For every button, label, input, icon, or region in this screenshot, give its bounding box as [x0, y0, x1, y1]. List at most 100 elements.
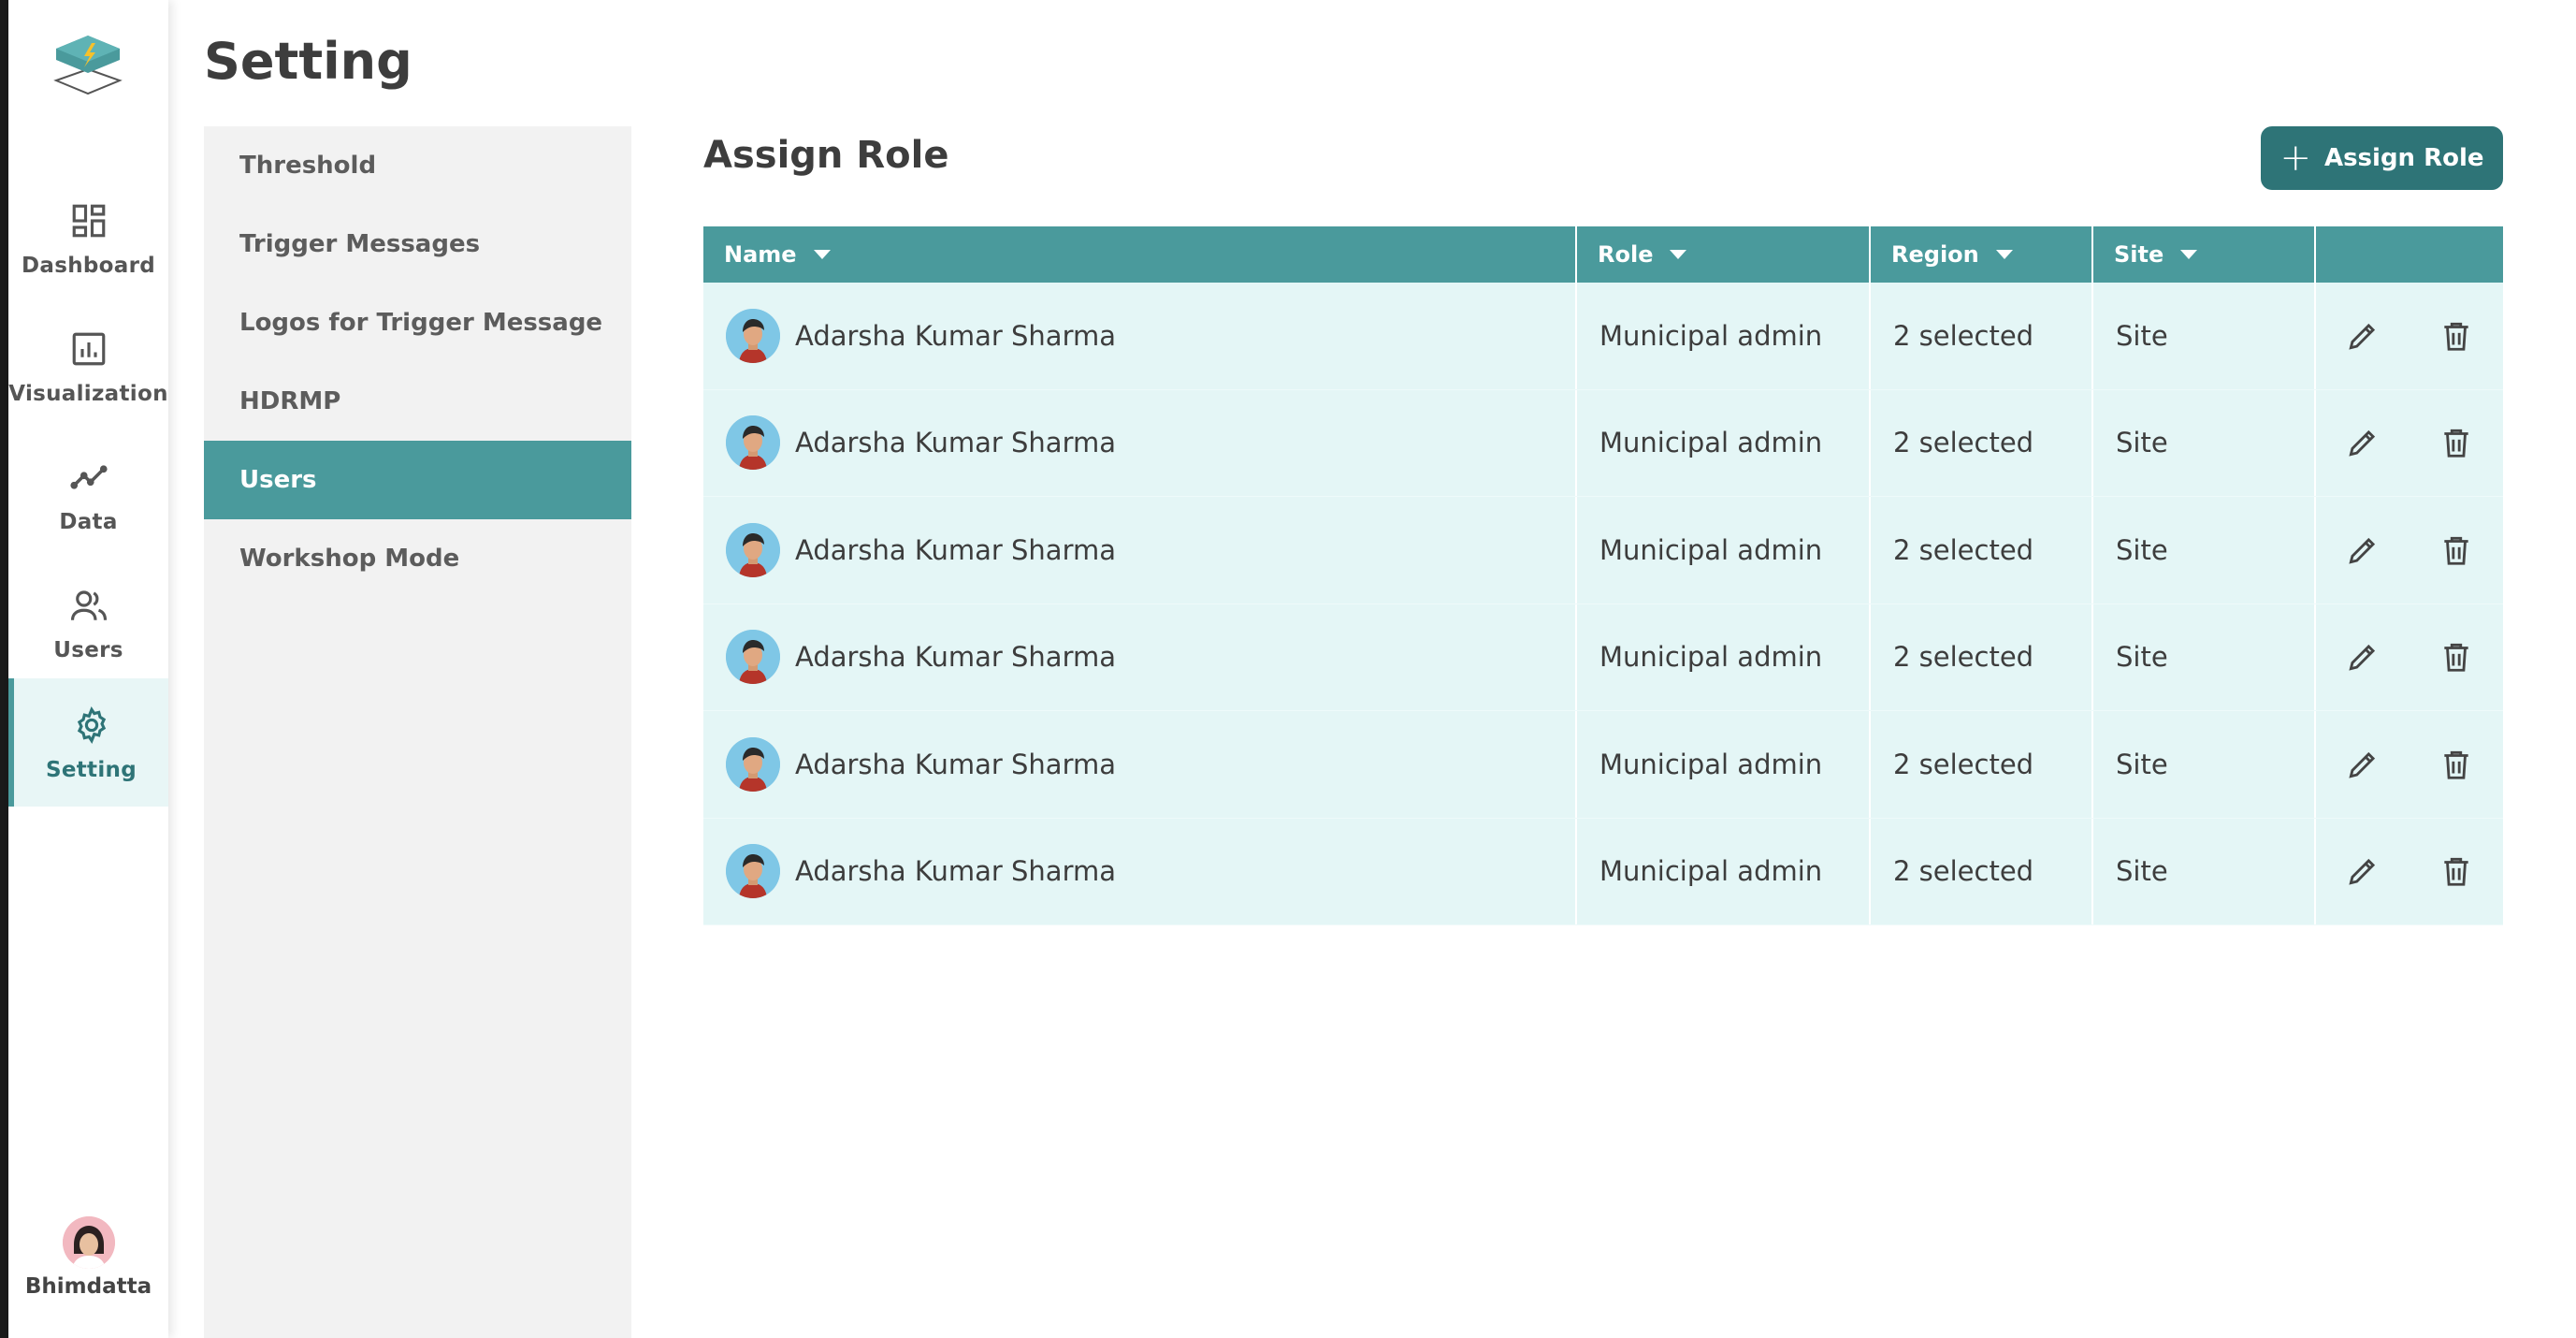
- delete-trash-icon[interactable]: [2436, 422, 2477, 463]
- submenu-item-workshop-mode[interactable]: Workshop Mode: [204, 519, 631, 598]
- user-avatar: [726, 522, 780, 577]
- submenu-item-logos-for-trigger-message[interactable]: Logos for Trigger Message: [204, 284, 631, 362]
- column-header-region[interactable]: Region: [1871, 226, 2093, 283]
- users-table: Name Role Region Site Adarsha Kumar Shar…: [703, 226, 2503, 925]
- sort-caret-icon: [1995, 250, 2013, 259]
- nav-label: Setting: [46, 757, 137, 782]
- table-row[interactable]: Adarsha Kumar Sharma Municipal admin 2 s…: [703, 283, 2503, 390]
- user-avatar: [726, 844, 780, 899]
- plus-icon: +: [2279, 137, 2311, 180]
- sort-caret-icon: [813, 250, 831, 259]
- user-name: Adarsha Kumar Sharma: [795, 427, 1117, 459]
- delete-trash-icon[interactable]: [2436, 636, 2477, 677]
- nav-label: Data: [59, 509, 118, 534]
- column-header-label: Region: [1891, 241, 1979, 268]
- edit-pencil-icon[interactable]: [2342, 422, 2383, 463]
- cell-name: Adarsha Kumar Sharma: [703, 283, 1577, 389]
- edit-pencil-icon[interactable]: [2342, 636, 2383, 677]
- submenu-item-hdrmp[interactable]: HDRMP: [204, 362, 631, 441]
- column-header-actions: [2316, 226, 2503, 283]
- user-avatar: [726, 736, 780, 792]
- user-name: Adarsha Kumar Sharma: [795, 319, 1117, 352]
- nav-label: Visualization: [8, 381, 168, 406]
- delete-trash-icon[interactable]: [2436, 744, 2477, 785]
- cell-actions: [2316, 390, 2503, 497]
- main-sidebar: Dashboard Visualization Data Users Setti…: [8, 0, 168, 1338]
- cell-role: Municipal admin: [1577, 604, 1871, 710]
- column-header-role[interactable]: Role: [1577, 226, 1871, 283]
- table-row[interactable]: Adarsha Kumar Sharma Municipal admin 2 s…: [703, 604, 2503, 711]
- edit-pencil-icon[interactable]: [2342, 851, 2383, 892]
- user-profile[interactable]: Bhimdatta: [8, 1216, 168, 1299]
- user-avatar: [726, 415, 780, 471]
- edit-pencil-icon[interactable]: [2342, 530, 2383, 571]
- submenu-item-users[interactable]: Users: [204, 441, 631, 519]
- cell-actions: [2316, 711, 2503, 818]
- cell-site: Site: [2093, 283, 2316, 389]
- table-row[interactable]: Adarsha Kumar Sharma Municipal admin 2 s…: [703, 711, 2503, 819]
- table-row[interactable]: Adarsha Kumar Sharma Municipal admin 2 s…: [703, 389, 2503, 497]
- column-header-site[interactable]: Site: [2093, 226, 2316, 283]
- user-avatar: [726, 308, 780, 363]
- delete-trash-icon[interactable]: [2436, 315, 2477, 356]
- cell-region: 2 selected: [1871, 604, 2093, 710]
- cell-region: 2 selected: [1871, 497, 2093, 604]
- column-header-label: Name: [724, 241, 797, 268]
- cell-actions: [2316, 497, 2503, 604]
- cell-role: Municipal admin: [1577, 711, 1871, 818]
- cell-site: Site: [2093, 389, 2316, 496]
- assign-role-button-label: Assign Role: [2323, 144, 2484, 172]
- cell-actions: [2316, 604, 2503, 711]
- cell-role: Municipal admin: [1577, 497, 1871, 604]
- sort-caret-icon: [2180, 250, 2198, 259]
- table-row[interactable]: Adarsha Kumar Sharma Municipal admin 2 s…: [703, 497, 2503, 604]
- cell-actions: [2316, 283, 2503, 389]
- submenu-item-trigger-messages[interactable]: Trigger Messages: [204, 205, 631, 284]
- column-header-label: Site: [2114, 241, 2164, 268]
- delete-trash-icon[interactable]: [2436, 851, 2477, 892]
- cell-actions: [2316, 819, 2503, 925]
- user-name: Adarsha Kumar Sharma: [795, 855, 1117, 888]
- cell-region: 2 selected: [1871, 283, 2093, 389]
- assign-role-button[interactable]: + Assign Role: [2261, 126, 2503, 190]
- nav-item-visualization[interactable]: Visualization: [8, 302, 168, 430]
- edit-pencil-icon[interactable]: [2342, 315, 2383, 356]
- nav-label: Users: [53, 637, 123, 662]
- cell-role: Municipal admin: [1577, 283, 1871, 389]
- nav-item-users[interactable]: Users: [8, 559, 168, 687]
- cell-name: Adarsha Kumar Sharma: [703, 497, 1577, 604]
- window-edge: [0, 0, 8, 1338]
- users-icon: [67, 584, 110, 627]
- nav-item-dashboard[interactable]: Dashboard: [8, 174, 168, 302]
- submenu-item-threshold[interactable]: Threshold: [204, 126, 631, 205]
- page-title: Setting: [204, 32, 412, 91]
- cell-region: 2 selected: [1871, 711, 2093, 818]
- trend-line-icon: [67, 456, 110, 499]
- column-header-name[interactable]: Name: [703, 226, 1577, 283]
- edit-pencil-icon[interactable]: [2342, 744, 2383, 785]
- user-avatar: [726, 630, 780, 685]
- nav-item-data[interactable]: Data: [8, 430, 168, 559]
- user-name: Adarsha Kumar Sharma: [795, 641, 1117, 674]
- cell-region: 2 selected: [1871, 818, 2093, 924]
- cell-name: Adarsha Kumar Sharma: [703, 604, 1577, 710]
- nav-label: Dashboard: [22, 253, 155, 278]
- app-logo-icon[interactable]: [51, 28, 125, 98]
- cell-region: 2 selected: [1871, 389, 2093, 496]
- cell-name: Adarsha Kumar Sharma: [703, 389, 1577, 496]
- user-name: Adarsha Kumar Sharma: [795, 533, 1117, 566]
- table-row[interactable]: Adarsha Kumar Sharma Municipal admin 2 s…: [703, 818, 2503, 925]
- settings-submenu: Threshold Trigger Messages Logos for Tri…: [204, 126, 631, 1338]
- delete-trash-icon[interactable]: [2436, 530, 2477, 571]
- nav-item-setting[interactable]: Setting: [8, 678, 168, 807]
- cell-role: Municipal admin: [1577, 389, 1871, 496]
- column-header-label: Role: [1598, 241, 1654, 268]
- cell-site: Site: [2093, 604, 2316, 710]
- avatar: [62, 1216, 115, 1269]
- cell-name: Adarsha Kumar Sharma: [703, 711, 1577, 818]
- cell-site: Site: [2093, 818, 2316, 924]
- section-title: Assign Role: [703, 134, 949, 177]
- cell-name: Adarsha Kumar Sharma: [703, 818, 1577, 924]
- table-body: Adarsha Kumar Sharma Municipal admin 2 s…: [703, 283, 2503, 925]
- chart-icon: [67, 327, 110, 371]
